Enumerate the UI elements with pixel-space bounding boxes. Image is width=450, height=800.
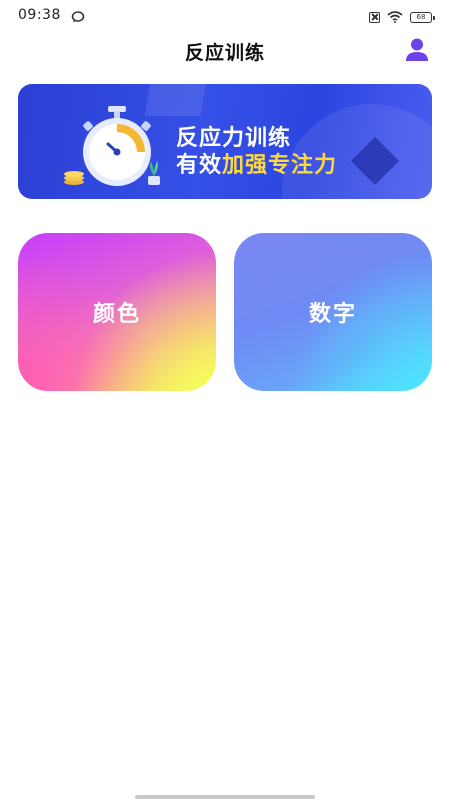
banner-subtitle: 有效加强专注力: [176, 147, 337, 179]
promo-banner[interactable]: 反应力训练 有效加强专注力: [18, 84, 432, 199]
banner-subtitle-prefix: 有效: [176, 153, 223, 178]
banner-subtitle-highlight: 加强专注力: [222, 153, 338, 178]
person-icon: [406, 38, 428, 61]
no-sim-icon: [369, 12, 380, 23]
number-training-card[interactable]: 数字: [234, 233, 432, 391]
status-time: 09:38: [18, 7, 61, 23]
page-title: 反应训练: [184, 42, 265, 64]
battery-icon: 68: [410, 12, 435, 23]
status-indicators: 68: [369, 8, 435, 27]
app-header: 反应训练: [0, 30, 450, 70]
message-icon: [71, 8, 85, 27]
home-indicator[interactable]: [135, 795, 315, 799]
profile-button[interactable]: [404, 36, 430, 62]
number-card-label: 数字: [308, 302, 357, 327]
status-bar: 09:38 68: [0, 0, 450, 30]
color-training-card[interactable]: 颜色: [18, 233, 216, 391]
wifi-icon: [387, 8, 403, 27]
color-card-label: 颜色: [92, 302, 141, 327]
stopwatch-icon: [62, 104, 172, 196]
